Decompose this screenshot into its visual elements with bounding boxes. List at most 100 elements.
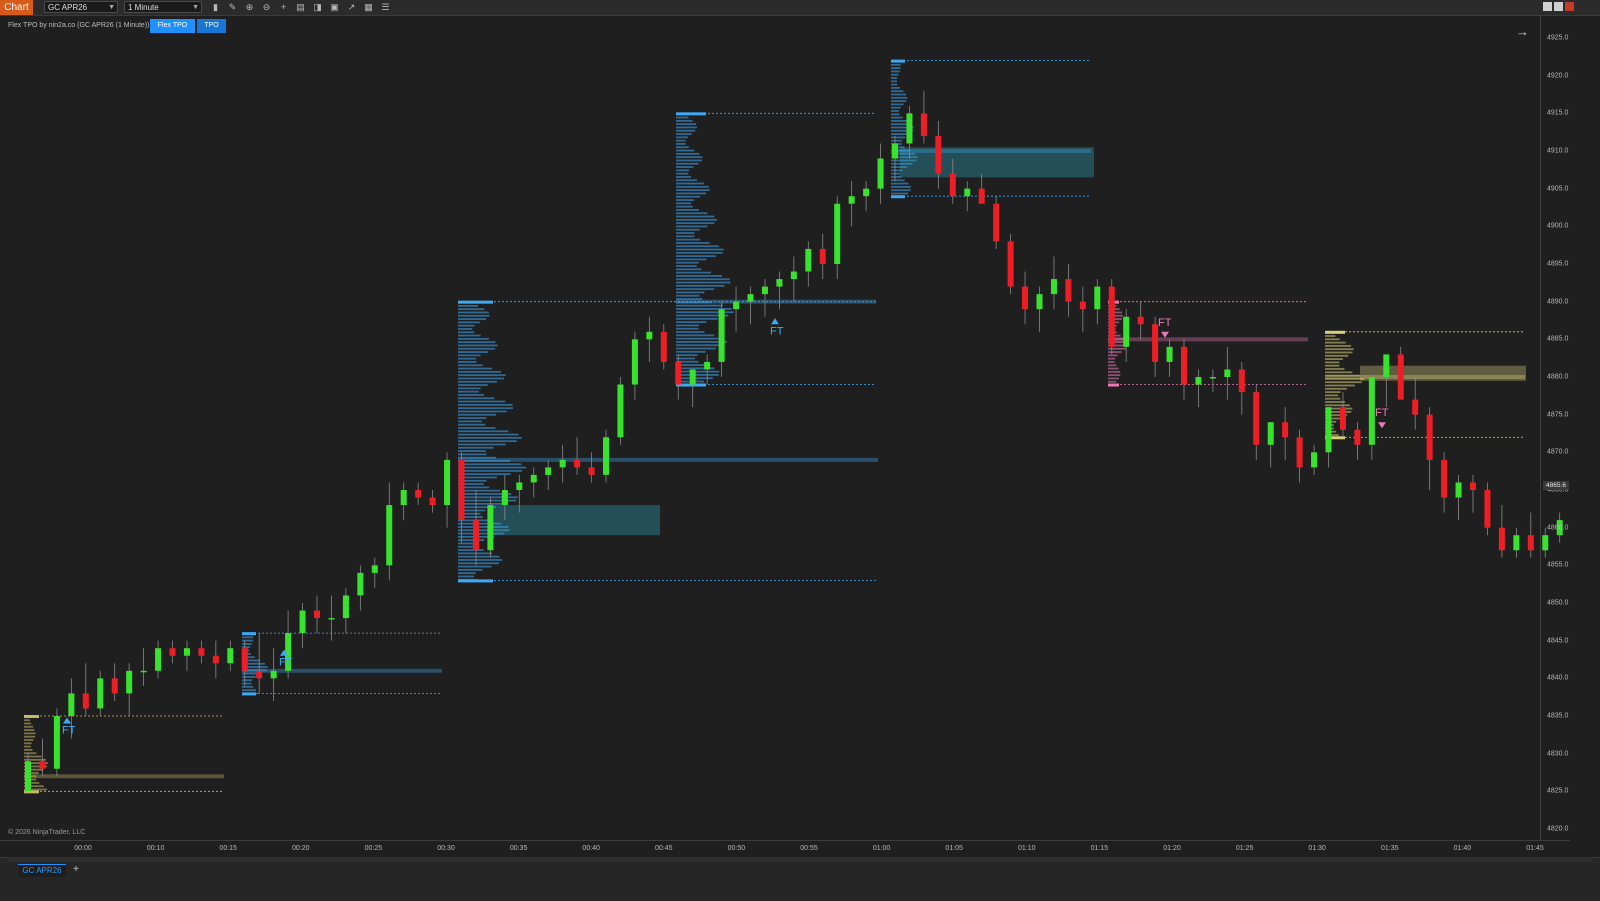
poc-band: [458, 457, 878, 462]
tpo-row: [1325, 394, 1339, 397]
tpo-row: [458, 417, 487, 419]
candle-body: [545, 467, 552, 475]
tpo-row: [676, 195, 700, 198]
tpo-row: [458, 443, 506, 446]
candle-body: [1383, 354, 1390, 377]
pencil-icon[interactable]: ✎: [226, 1, 239, 14]
time-tick-label: 01:35: [1381, 845, 1399, 852]
tpo-row: [676, 162, 699, 165]
poc-band: [490, 505, 660, 536]
tpo-row: [676, 235, 695, 238]
bar-type-icon[interactable]: ▮: [209, 1, 222, 14]
tpo-row: [24, 729, 35, 731]
timeframe-selector[interactable]: 1 Minute ▼: [124, 1, 202, 13]
tpo-row: [458, 374, 506, 377]
profile-low-marker: [891, 195, 905, 199]
add-tab-icon[interactable]: +: [70, 864, 82, 876]
tpo-row: [676, 327, 699, 330]
time-tick-label: 00:10: [146, 845, 165, 852]
tpo-row: [676, 238, 701, 241]
tpo-row: [676, 166, 694, 168]
properties-icon[interactable]: ▤: [294, 1, 307, 14]
template-icon[interactable]: ◨: [311, 1, 324, 14]
chevron-down-icon: ▼: [192, 4, 199, 11]
tab-tpo[interactable]: TPO: [197, 19, 226, 33]
tpo-row: [891, 80, 897, 83]
candle-body: [906, 113, 913, 144]
candle-body: [1527, 535, 1534, 551]
candle-body: [1050, 279, 1057, 295]
price-tick-label: 4910.0: [1547, 147, 1569, 155]
tpo-row: [458, 502, 509, 505]
tpo-row: [458, 397, 495, 400]
candle-body: [501, 490, 508, 506]
tpo-row: [458, 410, 507, 413]
buy-signal-arrow: [771, 318, 779, 325]
tpo-row: [676, 199, 694, 201]
candle-body: [328, 618, 335, 620]
time-tick-label: 01:25: [1235, 845, 1254, 852]
tpo-row: [676, 143, 686, 145]
tpo-row: [676, 176, 692, 178]
tpo-row: [1325, 401, 1346, 403]
tpo-row: [676, 242, 710, 244]
tpo-row: [676, 225, 708, 228]
tab-gc-apr26[interactable]: GC APR26: [18, 864, 66, 877]
horizontal-scrollbar[interactable]: [8, 857, 1592, 862]
tpo-row: [1325, 348, 1354, 351]
restore-icon[interactable]: [1554, 2, 1563, 11]
tpo-row: [891, 186, 911, 188]
tpo-row: [458, 453, 487, 456]
price-tick-label: 4825.0: [1547, 787, 1569, 795]
tpo-row: [1325, 351, 1353, 354]
candle-body: [733, 301, 740, 310]
time-tick-label: 00:25: [364, 845, 383, 852]
tpo-row: [458, 361, 477, 363]
crosshair-icon[interactable]: +: [277, 1, 290, 14]
snapshot-icon[interactable]: ▣: [328, 1, 341, 14]
candle-body: [993, 203, 1000, 242]
profile-high-marker: [242, 632, 256, 636]
candle-body: [39, 761, 46, 769]
minimize-icon[interactable]: [1543, 2, 1552, 11]
candle-body: [516, 482, 523, 490]
tpo-row: [458, 334, 481, 337]
arrow-right-icon[interactable]: →: [1516, 24, 1529, 39]
tpo-row: [676, 291, 705, 294]
tpo-row: [242, 636, 254, 639]
tpo-row: [1325, 364, 1340, 367]
price-tick-label: 4915.0: [1547, 109, 1569, 117]
tpo-row: [676, 317, 718, 320]
candle-body: [25, 761, 31, 792]
zoom-in-icon[interactable]: ⊕: [243, 1, 256, 14]
close-icon[interactable]: [1565, 2, 1574, 11]
tpo-row: [458, 337, 489, 340]
candle-body: [848, 196, 855, 204]
zoom-out-icon[interactable]: ⊖: [260, 1, 273, 14]
tpo-row: [676, 374, 719, 376]
tpo-row: [458, 423, 486, 426]
time-axis[interactable]: 00:00 00:10 00:15 00:20 00:25 00:30 00:35 00:40…: [0, 840, 1570, 857]
tpo-row: [1108, 364, 1117, 367]
tpo-row: [676, 202, 691, 205]
strategy-icon[interactable]: ↗: [345, 1, 358, 14]
tpo-row: [458, 565, 492, 568]
price-chart[interactable]: FT FT FT FT FT: [0, 16, 1570, 869]
candle-body: [111, 678, 118, 694]
chart-plot-area[interactable]: FT FT FT FT FT: [0, 16, 1570, 869]
candle-body: [415, 490, 422, 498]
poc-band: [1108, 337, 1308, 342]
instrument-selector[interactable]: GC APR26 ▼: [44, 1, 118, 13]
chart-menu-button[interactable]: Chart: [0, 0, 33, 15]
list-icon[interactable]: ☰: [379, 1, 392, 14]
tpo-row: [891, 70, 900, 73]
tpo-row: [676, 275, 723, 277]
tpo-row: [1325, 404, 1350, 407]
candle-body: [675, 361, 682, 385]
indicator-icon[interactable]: ▦: [362, 1, 375, 14]
tab-flex-tpo[interactable]: Flex TPO: [150, 19, 195, 33]
profile-high-marker: [1325, 330, 1345, 334]
tpo-row: [676, 284, 725, 287]
time-tick-label: 01:45: [1526, 845, 1544, 852]
tpo-row: [676, 255, 716, 258]
